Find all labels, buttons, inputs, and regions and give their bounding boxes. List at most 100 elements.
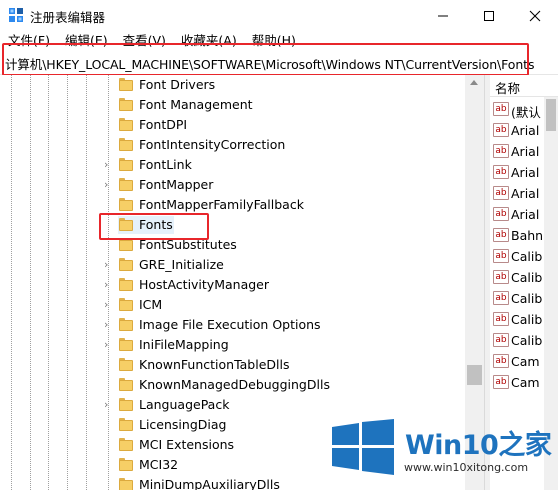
value-row[interactable]: ab Calib: [490, 309, 544, 330]
tree-item-label: FontLink: [139, 157, 192, 172]
menu-help[interactable]: 帮助(H): [244, 31, 303, 51]
value-row[interactable]: ab Calib: [490, 246, 544, 267]
value-name: Arial: [511, 207, 540, 222]
value-row[interactable]: ab Arial: [490, 162, 544, 183]
registry-editor-icon: [9, 8, 23, 22]
value-row[interactable]: ab Arial: [490, 183, 544, 204]
tree-item-label: LanguagePack: [139, 397, 230, 412]
folder-icon: [119, 138, 133, 151]
folder-icon: [119, 358, 133, 371]
expand-chevron-icon[interactable]: ›: [104, 319, 108, 331]
tree-item[interactable]: Fonts: [0, 215, 465, 235]
value-name: Calib: [511, 270, 543, 285]
expand-chevron-icon[interactable]: ›: [104, 279, 108, 291]
value-name: Calib: [511, 333, 543, 348]
folder-icon: [119, 238, 133, 251]
string-value-icon: ab: [493, 144, 509, 158]
value-row[interactable]: ab Arial: [490, 141, 544, 162]
tree-item-label: MCI Extensions: [139, 437, 235, 452]
window-title: 注册表编辑器: [30, 10, 106, 25]
watermark-brand: Win10之家: [405, 423, 552, 462]
tree-item[interactable]: › GRE_Initialize: [0, 255, 465, 275]
minimize-icon: [438, 15, 448, 16]
tree-item[interactable]: › ICM: [0, 295, 465, 315]
minimize-button[interactable]: [420, 0, 466, 31]
value-row[interactable]: ab Cam: [490, 372, 544, 393]
expand-chevron-icon[interactable]: ›: [104, 259, 108, 271]
tree-item-label: FontMapper: [139, 177, 214, 192]
folder-icon: [119, 438, 133, 451]
string-value-icon: ab: [493, 165, 509, 179]
tree-item[interactable]: Font Management: [0, 95, 465, 115]
value-row[interactable]: ab Bahn: [490, 225, 544, 246]
folder-icon: [119, 218, 133, 231]
menu-file[interactable]: 文件(F): [0, 31, 57, 51]
scroll-thumb[interactable]: [467, 365, 482, 385]
tree-item[interactable]: KnownManagedDebuggingDlls: [0, 375, 465, 395]
tree-item-label: GRE_Initialize: [139, 257, 224, 272]
folder-icon: [119, 278, 133, 291]
scroll-up-icon[interactable]: [470, 80, 478, 85]
values-scroll-thumb[interactable]: [546, 99, 556, 131]
tree-item-label: Font Management: [139, 97, 253, 112]
value-row[interactable]: ab Cam: [490, 351, 544, 372]
folder-icon: [119, 298, 133, 311]
value-row[interactable]: ab Calib: [490, 267, 544, 288]
tree-item[interactable]: FontMapperFamilyFallback: [0, 195, 465, 215]
expand-chevron-icon[interactable]: ›: [104, 179, 108, 191]
string-value-icon: ab: [493, 102, 509, 116]
tree-item[interactable]: › FontLink: [0, 155, 465, 175]
tree-item[interactable]: Font Drivers: [0, 75, 465, 95]
expand-chevron-icon[interactable]: ›: [104, 159, 108, 171]
string-value-icon: ab: [493, 207, 509, 221]
menu-edit[interactable]: 编辑(E): [57, 31, 115, 51]
menu-favorites[interactable]: 收藏夹(A): [173, 31, 244, 51]
tree-item[interactable]: FontIntensityCorrection: [0, 135, 465, 155]
folder-icon: [119, 198, 133, 211]
expand-chevron-icon[interactable]: ›: [104, 339, 108, 351]
folder-icon: [119, 338, 133, 351]
maximize-button[interactable]: [466, 0, 512, 31]
watermark-brand-main: Win10: [405, 430, 499, 461]
value-row[interactable]: ab Arial: [490, 120, 544, 141]
string-value-icon: ab: [493, 333, 509, 347]
folder-icon: [119, 378, 133, 391]
tree-item[interactable]: FontDPI: [0, 115, 465, 135]
column-header-name[interactable]: 名称: [490, 75, 558, 97]
string-value-icon: ab: [493, 375, 509, 389]
folder-icon: [119, 158, 133, 171]
folder-icon: [119, 478, 133, 490]
address-bar[interactable]: 计算机\HKEY_LOCAL_MACHINE\SOFTWARE\Microsof…: [0, 51, 558, 75]
value-name: Cam: [511, 354, 540, 369]
tree-item-label: FontMapperFamilyFallback: [139, 197, 304, 212]
tree-item[interactable]: › FontMapper: [0, 175, 465, 195]
value-name: Calib: [511, 312, 543, 327]
folder-icon: [119, 118, 133, 131]
string-value-icon: ab: [493, 354, 509, 368]
menu-view[interactable]: 查看(V): [115, 31, 173, 51]
tree-item-label: Font Drivers: [139, 77, 216, 92]
watermark: Win10之家 www.win10xitong.com: [322, 412, 558, 490]
value-row[interactable]: ab Calib: [490, 288, 544, 309]
column-header-label: 名称: [495, 81, 521, 96]
tree-item[interactable]: FontSubstitutes: [0, 235, 465, 255]
value-row[interactable]: ab Arial: [490, 204, 544, 225]
value-row[interactable]: ab Calib: [490, 330, 544, 351]
tree-item[interactable]: › Image File Execution Options: [0, 315, 465, 335]
expand-chevron-icon[interactable]: ›: [104, 299, 108, 311]
string-value-icon: ab: [493, 123, 509, 137]
string-value-icon: ab: [493, 270, 509, 284]
watermark-url: www.win10xitong.com: [404, 461, 529, 474]
address-path[interactable]: 计算机\HKEY_LOCAL_MACHINE\SOFTWARE\Microsof…: [5, 54, 534, 73]
close-button[interactable]: [512, 0, 558, 31]
expand-chevron-icon[interactable]: ›: [104, 399, 108, 411]
tree-item-label: FontIntensityCorrection: [139, 137, 286, 152]
folder-icon: [119, 258, 133, 271]
tree-item-label: LicensingDiag: [139, 417, 227, 432]
string-value-icon: ab: [493, 228, 509, 242]
tree-item[interactable]: › HostActivityManager: [0, 275, 465, 295]
string-value-icon: ab: [493, 312, 509, 326]
tree-item[interactable]: KnownFunctionTableDlls: [0, 355, 465, 375]
tree-item[interactable]: › IniFileMapping: [0, 335, 465, 355]
value-row[interactable]: ab (默认: [490, 99, 544, 120]
